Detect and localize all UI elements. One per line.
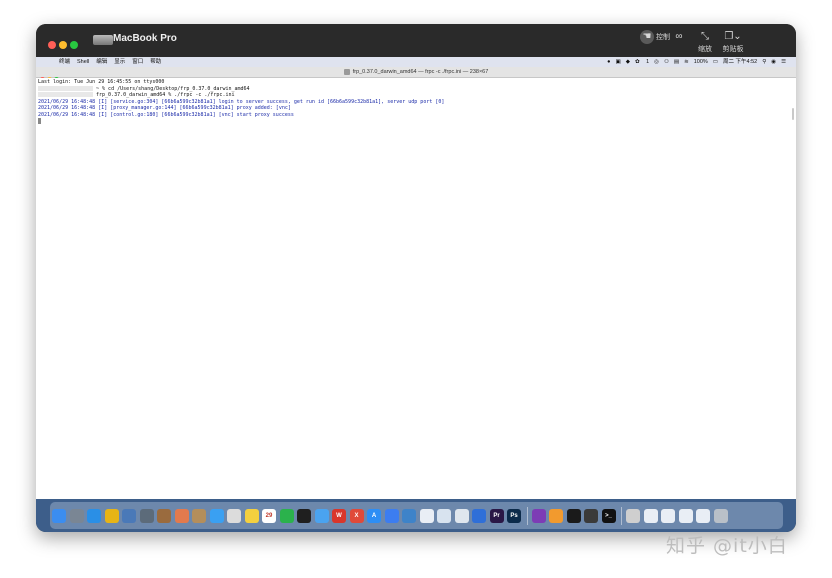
dock-clash-icon[interactable]: [454, 508, 469, 523]
dock-vpn-icon[interactable]: [472, 508, 486, 523]
dock-calendar-icon[interactable]: 29: [262, 508, 276, 523]
macbook-icon: [93, 35, 113, 45]
dock-notes-icon[interactable]: [244, 508, 259, 523]
siri-icon[interactable]: ◉: [771, 59, 776, 65]
menubar-status-area: ● ▣ ◆ ✿ 1 ◎ ⚇ ▤ ≋ 100% ▭ 周二 下午4:52 ⚲ ◉ ☰: [602, 57, 786, 67]
text-cursor: [38, 118, 41, 124]
remote-desktop-window: MacBook Pro ☚ 控制 ∞ ⤡ 缩放 ❐⌄ 剪贴板 终端 Shell 编辑…: [36, 24, 796, 532]
window-title: MacBook Pro: [113, 33, 177, 44]
desktop-background: 29 W X A Pr Ps >_: [36, 499, 796, 532]
menu-window[interactable]: 窗口: [132, 59, 143, 65]
dock-launchpad-icon[interactable]: [69, 508, 84, 523]
watermark: 知乎 @it小白: [666, 535, 788, 557]
folder-icon: [343, 68, 350, 75]
dock-finder-icon[interactable]: [52, 508, 66, 523]
dock-activity-monitor-icon[interactable]: [626, 508, 640, 523]
menu-help[interactable]: 帮助: [150, 59, 161, 65]
minimize-button[interactable]: [59, 41, 67, 49]
dock-photos-icon[interactable]: [174, 508, 189, 523]
dock-separator: [621, 506, 622, 525]
window-controls: [48, 36, 81, 54]
dock-separator: [526, 506, 528, 525]
dock-baidu-netdisk-icon[interactable]: [419, 508, 434, 523]
dock-wechat-icon[interactable]: [279, 508, 294, 523]
scrollbar[interactable]: [792, 108, 794, 120]
terminal-line-text: frp_0.37.0_darwin_amd64 % ./frpc -c ./fr…: [96, 92, 235, 98]
window-titlebar: MacBook Pro ☚ 控制 ∞ ⤡ 缩放 ❐⌄ 剪贴板: [36, 24, 796, 57]
menu-edit[interactable]: 编辑: [96, 59, 107, 65]
terminal-output[interactable]: Last login: Tue Jun 29 16:45:55 on ttys0…: [36, 78, 796, 499]
terminal-title-text: frp_0.37.0_darwin_amd64 — frpc -c ./frpc…: [352, 69, 489, 75]
terminal-titlebar: frp_0.37.0_darwin_amd64 — frpc -c ./frpc…: [36, 67, 796, 82]
menu-items: 终端 Shell 编辑 显示 窗口 帮助: [59, 57, 168, 67]
dock-pages-icon[interactable]: [549, 508, 563, 523]
dock-wps-icon[interactable]: W: [332, 508, 346, 523]
terminal-title: frp_0.37.0_darwin_amd64 — frpc -c ./frpc…: [36, 67, 796, 77]
dock-vnc-icon[interactable]: [566, 508, 581, 523]
cursor-line: [38, 118, 444, 127]
toolbar-clipboard-button[interactable]: ❐⌄ 剪贴板: [716, 30, 750, 54]
terminal-lines: Last login: Tue Jun 29 16:45:55 on ttys0…: [38, 79, 444, 127]
clipboard-icon: ❐⌄: [724, 31, 742, 42]
dock-tim-icon[interactable]: [314, 508, 329, 523]
dock-premiere-icon[interactable]: Pr: [489, 508, 504, 523]
pointer-icon: ☚: [640, 30, 655, 44]
toolbar-label: 剪贴板: [722, 46, 744, 53]
dock-vscode-alt-icon[interactable]: [402, 508, 416, 523]
dock-xmind-icon[interactable]: X: [349, 508, 364, 523]
dock-contacts-icon[interactable]: [192, 508, 206, 523]
terminal-line-text: ~ % cd /Users/shang/Desktop/frp_0.37.0_d…: [96, 85, 250, 92]
dock-messages-icon[interactable]: [209, 508, 224, 523]
status-icon[interactable]: ◎: [654, 59, 659, 65]
menu-shell[interactable]: Shell: [77, 59, 89, 65]
toolbar-label: 缩放: [698, 46, 712, 53]
wifi-icon[interactable]: ≋: [684, 59, 689, 65]
dock-app-store-icon[interactable]: A: [367, 508, 381, 523]
status-icon[interactable]: ◆: [626, 59, 630, 65]
redacted-hostname: [38, 85, 93, 91]
dock-safari-icon[interactable]: [87, 508, 101, 523]
redacted-hostname: [38, 92, 93, 97]
dock-folder-1-icon[interactable]: [643, 508, 658, 523]
dock-folder-2-icon[interactable]: [661, 508, 675, 523]
status-icon[interactable]: ●: [607, 59, 610, 65]
dock-terminal-icon[interactable]: >_: [601, 508, 616, 523]
dock-qq-icon[interactable]: [297, 508, 311, 523]
close-button[interactable]: [48, 41, 56, 49]
dock-image-capture-icon[interactable]: [139, 508, 154, 523]
dock-lark-icon[interactable]: [384, 508, 399, 523]
dock-folder-3-icon[interactable]: [678, 508, 693, 523]
status-icon[interactable]: ▤: [674, 59, 679, 65]
battery-level[interactable]: 100%: [694, 59, 708, 65]
dock-trash-icon[interactable]: [713, 508, 728, 523]
wechat-status-icon[interactable]: ✿ 1: [635, 59, 649, 65]
dock-notebook-icon[interactable]: [157, 508, 171, 523]
menu-view[interactable]: 显示: [114, 59, 125, 65]
status-icon[interactable]: ⚇: [664, 59, 669, 65]
dock-onenote-icon[interactable]: [531, 508, 546, 523]
status-icon[interactable]: ▣: [616, 59, 621, 65]
zoom-button[interactable]: [70, 41, 78, 49]
dock-textedit-icon[interactable]: [227, 508, 241, 523]
battery-icon: ▭: [712, 59, 718, 65]
dock-quicktime-icon[interactable]: [584, 508, 598, 523]
dock-chrome-icon[interactable]: [104, 508, 119, 523]
menubar-clock[interactable]: 周二 下午4:52: [723, 59, 757, 65]
control-center-icon[interactable]: ☰: [781, 59, 786, 65]
menu-terminal[interactable]: 终端: [59, 59, 70, 65]
dock: 29 W X A Pr Ps >_: [50, 502, 783, 529]
remote-menubar: 终端 Shell 编辑 显示 窗口 帮助 ● ▣ ◆ ✿ 1 ◎ ⚇ ▤ ≋ 100% ▭ 周二 下午4:52…: [36, 57, 796, 67]
dock-photoshop-icon[interactable]: Ps: [507, 508, 521, 523]
wechat-count: 1: [646, 59, 650, 65]
dock-preview-icon[interactable]: [122, 508, 136, 523]
spotlight-icon[interactable]: ⚲: [762, 59, 766, 65]
dock-syncthing-icon[interactable]: [437, 508, 451, 523]
dock-folder-4-icon[interactable]: [696, 508, 710, 523]
